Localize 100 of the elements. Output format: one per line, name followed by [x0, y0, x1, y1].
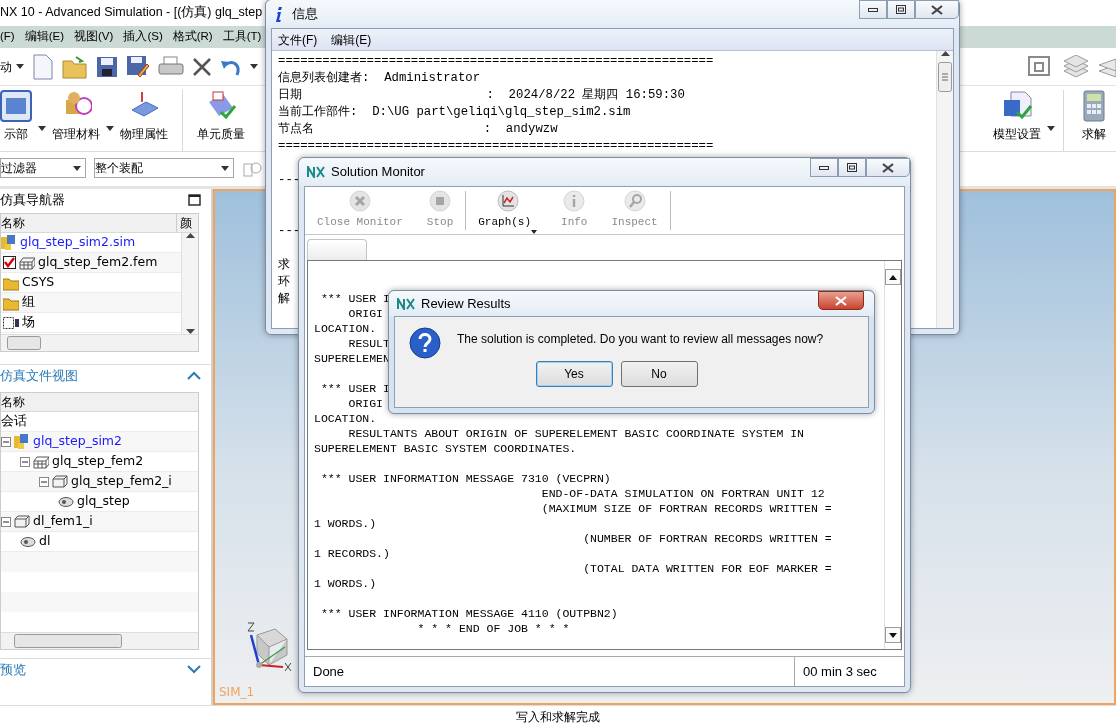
info-line: 日期 : 2024/8/22 星期四 16:59:30 [278, 88, 685, 102]
log-line: 1 WORDS.) [314, 517, 377, 530]
collapse-icon[interactable] [1, 516, 11, 527]
log-line: RESULTANTS ABOUT ORIGIN OF SUPERELEMENT BASIC COORDINATE SYSTEM IN [347, 427, 804, 440]
minimize-button[interactable] [810, 158, 838, 177]
collapse-up-icon[interactable] [187, 371, 201, 380]
status-text: 写入和求解完成 [516, 708, 600, 726]
info-line: 当前工作部件: D:\UG part\geliqi\glq_step_sim2.sim [278, 105, 631, 119]
mesh-block-icon [19, 254, 35, 271]
scrollbar-thumb[interactable] [14, 634, 122, 648]
dropdown[interactable]: 动 [0, 57, 24, 76]
minimize-icon [868, 7, 878, 12]
part-icon [0, 90, 32, 122]
tree-row[interactable]: glq_step_fem2.fem [1, 253, 181, 273]
magnifier-icon [623, 190, 646, 213]
menu-item[interactable]: 文件(F) [278, 30, 318, 49]
checkbox[interactable] [3, 256, 16, 269]
info-line: --- [278, 173, 301, 187]
dialog-button[interactable]: Yes [535, 361, 613, 387]
menu-item[interactable]: 编辑(E) [331, 30, 372, 49]
log-line: ORIGI [347, 307, 383, 320]
scroll-up-icon [889, 274, 897, 280]
toolbar-button[interactable]: Graph(s) [466, 187, 550, 234]
ribbon-button[interactable]: 物理属性 [114, 90, 174, 143]
tree-row[interactable]: dl [1, 532, 198, 552]
viewport-label: SIM_1 [219, 684, 256, 701]
maximize-button[interactable] [887, 0, 915, 19]
close-button[interactable] [915, 0, 959, 19]
ribbon-button[interactable]: 模型设置 [987, 90, 1047, 143]
info-line: 求 [278, 258, 290, 272]
scrollbar-thumb[interactable] [7, 336, 41, 350]
window-title: 信息 [292, 5, 318, 24]
column-header[interactable]: 颜 [176, 214, 198, 232]
box-icon [14, 513, 30, 530]
panel-title: 仿真文件视图 [0, 366, 78, 385]
log-line: END-OF-DATA SIMULATION ON FORTRAN UNIT 12 [540, 487, 825, 500]
simulation-icon [14, 433, 30, 450]
simulation-icon [1, 234, 17, 251]
log-line: *** USER INFORMATION MESSAGE 7310 (VECPRN) [319, 472, 611, 485]
minimize-button[interactable] [859, 0, 887, 19]
tree-row[interactable]: glq_step_fem2_i [1, 472, 198, 492]
log-line: (TOTAL DATA WRITTEN FOR EOF MARKER = [582, 562, 832, 575]
elapsed-time: 00 min 3 sec [794, 657, 904, 686]
column-header[interactable]: 名称 [1, 214, 25, 232]
model-setup-icon [1001, 90, 1033, 122]
close-circle-icon [348, 190, 371, 213]
column-header[interactable]: 名称 [1, 393, 25, 411]
folder-icon[interactable] [62, 54, 88, 79]
menu-item[interactable]: 视图(V) [74, 28, 114, 46]
menu-item[interactable]: 插入(S) [123, 28, 163, 46]
ribbon-button[interactable]: 单元质量 [191, 90, 251, 143]
collapse-icon[interactable] [20, 456, 30, 467]
caret-icon [221, 165, 229, 171]
printer-icon[interactable] [158, 55, 184, 78]
menu-item[interactable]: (F) [0, 28, 15, 46]
dropdown-field[interactable]: 整个装配 [94, 158, 234, 178]
window-title: Review Results [421, 294, 511, 313]
tree-row[interactable]: 组 [1, 293, 181, 313]
status-text: Done [312, 662, 346, 681]
close-icon [882, 162, 894, 173]
close-button[interactable] [818, 291, 864, 310]
info-line: =========================================================== [278, 54, 714, 68]
log-line: LOCATION. [314, 322, 377, 335]
log-line: SUPERELEMENT BASIC SYSTEM COORDINATES. [314, 442, 577, 455]
caret-icon [250, 64, 258, 69]
scroll-up-button[interactable] [885, 269, 901, 285]
menu-item[interactable]: 工具(T) [222, 28, 262, 46]
scroll-down-button[interactable] [885, 627, 901, 643]
scrollbar-thumb[interactable] [938, 62, 952, 92]
ribbon-button[interactable]: 求解 [1072, 90, 1116, 143]
dialog-message: The solution is completed. Do you want to review all messages now? [457, 331, 824, 348]
panel-title: 预览 [0, 660, 26, 679]
log-line: 1 WORDS.) [314, 577, 377, 590]
caret-icon [16, 64, 24, 69]
close-button[interactable] [866, 158, 910, 177]
stop-icon [429, 190, 452, 213]
tree-row[interactable]: 场 [1, 313, 181, 333]
menu-item[interactable]: 格式(R) [172, 28, 213, 46]
save-as-icon[interactable] [126, 54, 150, 79]
maximize-icon[interactable] [188, 194, 201, 206]
dropdown-field[interactable]: 过滤器 [0, 158, 86, 178]
expand-down-icon[interactable] [187, 665, 201, 674]
info-line: 解 [278, 292, 290, 306]
info-line: 信息列表创建者: Administrator [278, 71, 481, 85]
ribbon-button[interactable]: 示部 [0, 90, 38, 143]
maximize-button[interactable] [838, 158, 866, 177]
mesh-block-icon [33, 453, 49, 470]
collapse-icon[interactable] [39, 476, 49, 487]
log-line: 1 RECORDS.) [314, 547, 390, 560]
window-title: Solution Monitor [331, 163, 425, 182]
tree-row[interactable]: dl_fem1_i [1, 512, 198, 532]
dialog-button[interactable]: No [620, 361, 698, 387]
save-icon[interactable] [96, 55, 118, 78]
close-icon [931, 4, 943, 15]
delete-icon[interactable] [192, 56, 212, 77]
box-icon [52, 473, 68, 490]
collapse-icon[interactable] [1, 436, 11, 447]
menu-item[interactable]: 编辑(E) [24, 28, 65, 46]
tree-row[interactable]: glq_step_sim2 [1, 432, 198, 452]
ribbon-button[interactable]: 管理材料 [46, 90, 106, 143]
